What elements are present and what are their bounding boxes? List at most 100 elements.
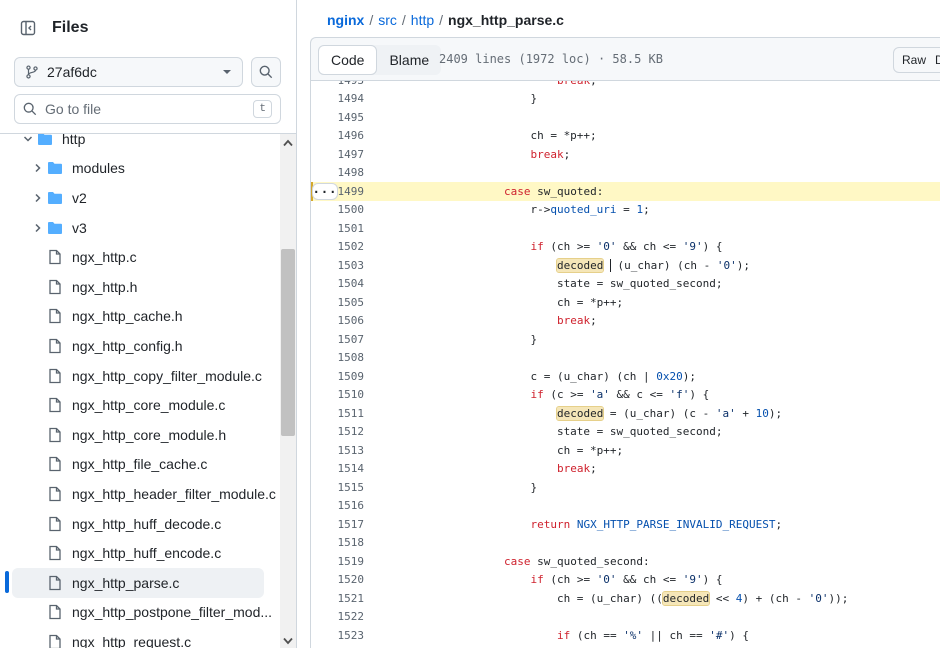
line-number[interactable]: 1516 [311,499,365,512]
search-files-button[interactable] [251,57,281,87]
chevron-up-icon [283,139,293,147]
line-number[interactable]: 1517 [311,518,365,531]
code-lines: 1493 break; 1494 } 1495 1496 ch = *p++; 1497… [311,81,940,645]
code-text: break; [556,462,597,476]
line-number[interactable]: 1514 [311,462,365,475]
line-number[interactable]: 1520 [311,573,365,586]
code-line: 1508 [311,349,940,368]
tree-file-item[interactable]: ngx_http_core_module.c [0,390,280,420]
code-text: r->quoted_uri = 1; [398,203,650,217]
line-number[interactable]: 1502 [311,240,365,253]
breadcrumb-src-link[interactable]: src [378,12,397,28]
line-number[interactable]: 1518 [311,536,365,549]
line-number[interactable]: 1510 [311,388,365,401]
line-number[interactable]: 1522 [311,610,365,623]
line-number[interactable]: 1523 [311,629,365,642]
line-number[interactable]: 1504 [311,277,365,290]
tree-file-item[interactable]: ngx_http_request.c [0,627,280,648]
line-number[interactable]: 1494 [311,92,365,105]
tree-folder-item[interactable]: modules [0,154,280,184]
line-number[interactable]: 1496 [311,129,365,142]
scroll-down-button[interactable] [280,634,296,648]
selected-indicator [5,571,9,593]
line-number[interactable]: 1503 [311,259,365,272]
tab-blame[interactable]: Blame [377,45,441,75]
tree-folder-item[interactable]: http [0,134,280,154]
code-text: ch = *p++; [398,443,624,457]
code-line: 1502 if (ch >= '0' && ch <= '9') { [311,238,940,257]
tree-file-item[interactable]: ngx_http_postpone_filter_mod... [0,598,280,628]
line-number[interactable]: 1512 [311,425,365,438]
chevron-down-icon[interactable] [20,134,36,145]
code-line: 1501 [311,219,940,238]
file-icon [46,545,64,561]
tree-folder-item[interactable]: v2 [0,183,280,213]
file-tree-scrollbar[interactable] [280,134,296,648]
tree-file-item[interactable]: ngx_http_file_cache.c [0,450,280,480]
code-line: 1523 if (ch == '%' || ch == '#') { [311,626,940,645]
chevron-right-icon[interactable] [30,162,46,174]
line-number[interactable]: 1511 [311,407,365,420]
line-number[interactable]: 1501 [311,222,365,235]
line-number[interactable]: 1500 [311,203,365,216]
scroll-up-button[interactable] [280,136,296,150]
line-number[interactable]: 1507 [311,333,365,346]
branch-selector-button[interactable]: 27af6dc [14,57,243,87]
code-line: 1505 ch = *p++; [311,293,940,312]
file-icon [46,634,64,648]
code-line: 1500 r->quoted_uri = 1; [311,201,940,220]
tree-file-item[interactable]: ngx_http_core_module.h [0,420,280,450]
line-number[interactable]: 1493 [311,81,365,87]
tree-item-label: modules [72,160,125,177]
code-text: ch = (u_char) ((decoded << 4) + (ch - '0… [398,590,849,606]
go-to-file-field[interactable]: t [14,94,281,124]
line-number[interactable]: 1513 [311,444,365,457]
code-line: 1497 break; [311,145,940,164]
code-line: 1520 if (ch >= '0' && ch <= '9') { [311,571,940,590]
code-line: 1517 return NGX_HTTP_PARSE_INVALID_REQUE… [311,515,940,534]
tree-folder-item[interactable]: v3 [0,213,280,243]
tree-file-item[interactable]: ngx_http_cache.h [0,302,280,332]
scroll-thumb[interactable] [281,249,295,436]
line-number[interactable]: 1521 [311,592,365,605]
code-text: c = (u_char) (ch | 0x20); [398,369,697,383]
tree-file-item[interactable]: ngx_http_huff_decode.c [0,509,280,539]
tree-file-item[interactable]: ngx_http_copy_filter_module.c [0,361,280,391]
tree-file-item[interactable]: ngx_http_huff_encode.c [0,538,280,568]
code-text: ch = *p++; [398,129,597,143]
line-actions-button[interactable]: ··· [312,183,338,200]
folder-icon [36,134,54,146]
tab-code[interactable]: Code [318,45,378,75]
tree-item-label: ngx_http_huff_decode.c [72,515,222,532]
code-text: } [398,480,538,494]
code-line: 1521 ch = (u_char) ((decoded << 4) + (ch… [311,589,940,608]
line-number[interactable]: 1495 [311,111,365,124]
code-line: 1510 if (c >= 'a' && c <= 'f') { [311,386,940,405]
file-icon [46,397,64,413]
tree-item-label: ngx_http_core_module.h [72,426,227,443]
tree-file-item[interactable]: ngx_http.h [0,272,280,302]
breadcrumb-http-link[interactable]: http [411,12,434,28]
tree-item-label: ngx_http_cache.h [72,308,183,325]
code-line: 1514 break; [311,460,940,479]
chevron-right-icon[interactable] [30,192,46,204]
line-number[interactable]: 1509 [311,370,365,383]
tree-file-item[interactable]: ngx_http_parse.c [12,567,264,598]
search-match-highlight: decoded [555,257,605,273]
line-number[interactable]: 1508 [311,351,365,364]
tree-file-item[interactable]: ngx_http_config.h [0,331,280,361]
chevron-right-icon[interactable] [30,222,46,234]
line-number[interactable]: 1497 [311,148,365,161]
line-number[interactable]: 1505 [311,296,365,309]
breadcrumb-repo-link[interactable]: nginx [327,12,364,28]
tree-file-item[interactable]: ngx_http_header_filter_module.c [0,479,280,509]
raw-button[interactable]: Raw [893,47,936,73]
line-number[interactable]: 1498 [311,166,365,179]
sidebar-collapse-button[interactable] [14,14,42,42]
tree-file-item[interactable]: ngx_http.c [0,242,280,272]
line-number[interactable]: 1506 [311,314,365,327]
go-to-file-input[interactable] [45,101,254,117]
line-number[interactable]: 1519 [311,555,365,568]
copy-raw-button[interactable]: D [933,47,940,73]
line-number[interactable]: 1515 [311,481,365,494]
